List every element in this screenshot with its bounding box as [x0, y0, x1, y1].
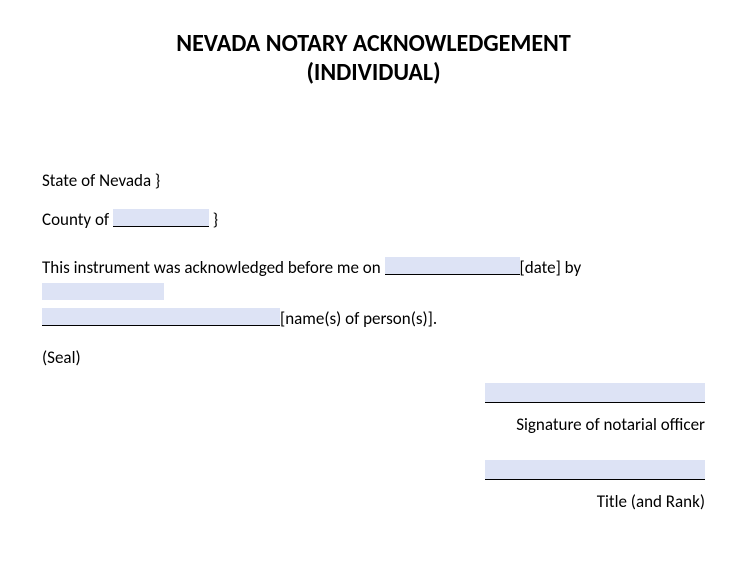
signature-field[interactable]	[485, 383, 705, 403]
ack-date-label: [date] by	[520, 257, 582, 278]
title-line-2: (INDIVIDUAL)	[42, 59, 705, 88]
ack-prefix: This instrument was acknowledged before …	[42, 257, 381, 278]
acknowledgement-paragraph: This instrument was acknowledged before …	[42, 255, 705, 332]
county-prefix: County of	[42, 209, 109, 230]
document-title: NEVADA NOTARY ACKNOWLEDGEMENT (INDIVIDUA…	[42, 30, 705, 88]
state-line: State of Nevada }	[42, 168, 705, 194]
title-line-1: NEVADA NOTARY ACKNOWLEDGEMENT	[42, 30, 705, 59]
title-rank-line-row	[42, 460, 705, 488]
title-rank-field[interactable]	[485, 460, 705, 480]
names-field-1[interactable]	[42, 283, 164, 300]
date-field[interactable]	[385, 257, 520, 275]
document-page: NEVADA NOTARY ACKNOWLEDGEMENT (INDIVIDUA…	[0, 0, 747, 567]
seal-label: (Seal)	[42, 345, 705, 371]
signature-label: Signature of notarial officer	[42, 412, 705, 438]
title-rank-group: Title (and Rank)	[42, 460, 705, 515]
title-rank-label: Title (and Rank)	[42, 489, 705, 515]
signature-block: Signature of notarial officer Title (and…	[42, 383, 705, 515]
county-line: County of }	[42, 207, 705, 233]
document-body: State of Nevada } County of } This instr…	[42, 168, 705, 515]
county-field[interactable]	[113, 209, 209, 227]
signature-group: Signature of notarial officer	[42, 383, 705, 438]
signature-line-row	[42, 383, 705, 411]
ack-names-label: [name(s) of person(s)].	[280, 308, 437, 329]
names-field-2[interactable]	[42, 308, 280, 326]
county-suffix: }	[209, 209, 218, 230]
